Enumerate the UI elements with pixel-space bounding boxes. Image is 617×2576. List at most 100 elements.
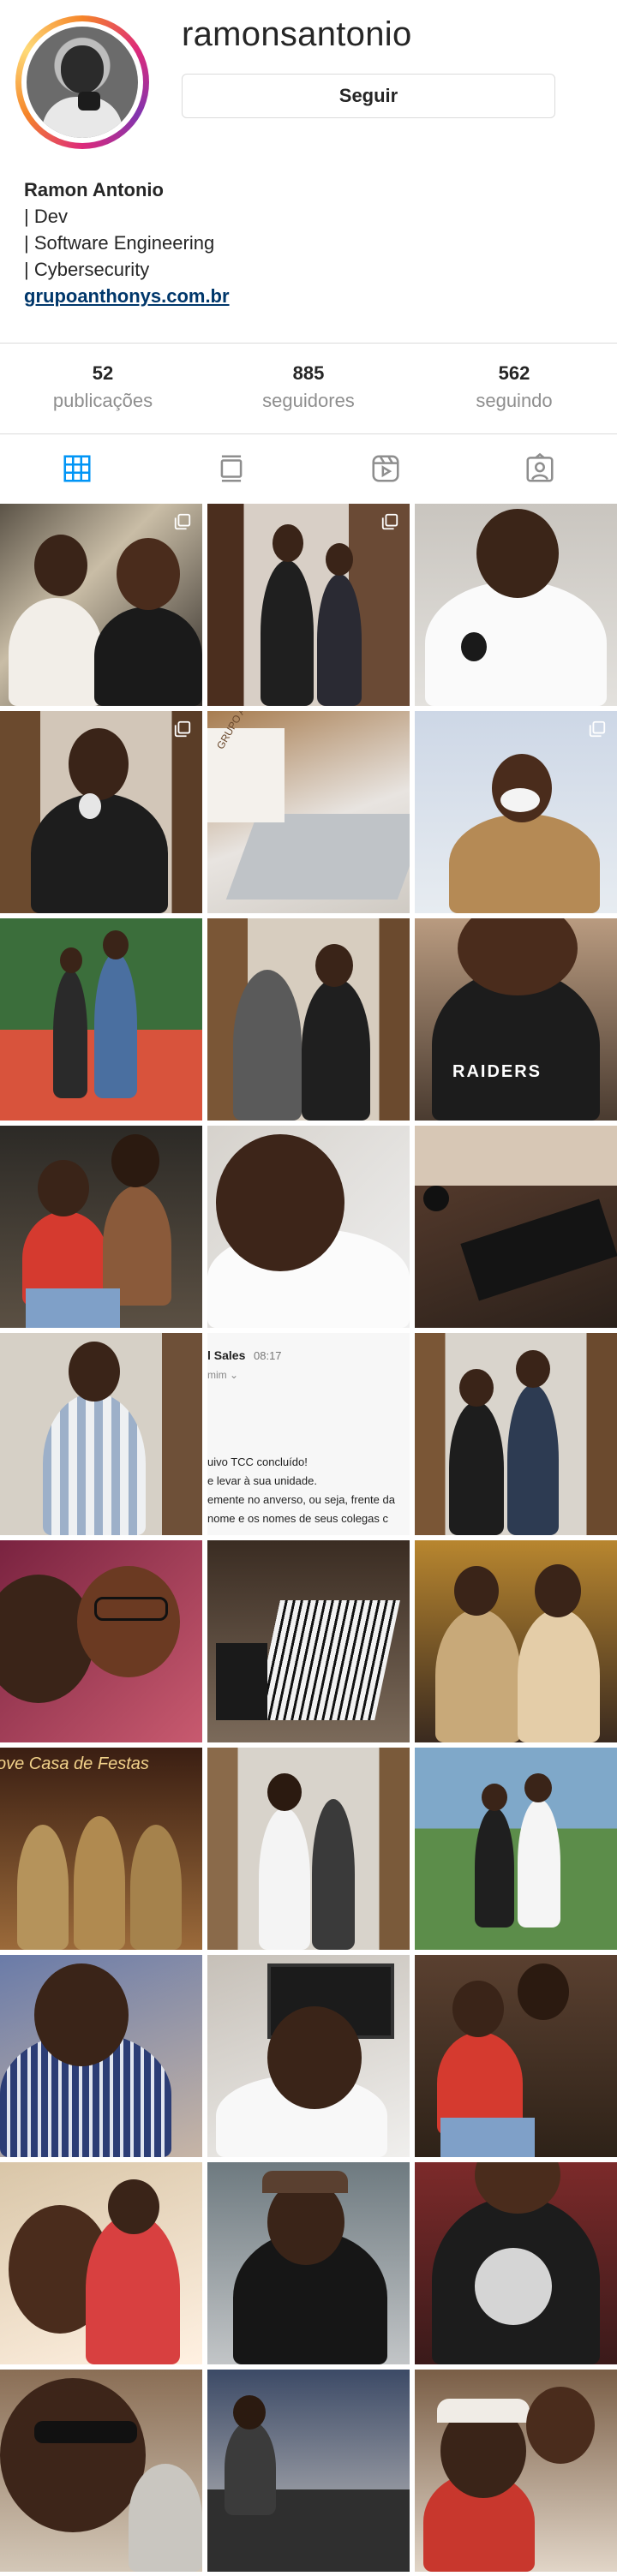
photo-ceiling <box>415 1126 617 1186</box>
tagged-icon <box>526 452 554 482</box>
post-thumbnail[interactable] <box>0 2370 202 2572</box>
photo-figure <box>302 978 370 1121</box>
message-line: uivo TCC concluído! <box>207 1455 308 1468</box>
photo-figure <box>86 2214 180 2364</box>
bio-line: | Dev <box>24 206 68 227</box>
photo-figure <box>94 953 137 1098</box>
post-thumbnail[interactable]: l Sales 08:17 mim ⌄ uivo TCC concluído! … <box>207 1333 410 1535</box>
follow-button[interactable]: Seguir <box>182 74 555 118</box>
bio-line: | Software Engineering <box>24 232 215 254</box>
message-recipient: mim ⌄ <box>207 1369 239 1381</box>
photo-figure <box>225 2421 276 2515</box>
stat-posts[interactable]: 52 publicações <box>0 344 206 434</box>
photo-face <box>34 535 87 596</box>
profile-stats: 52 publicações 885 seguidores 562 seguin… <box>0 343 617 434</box>
post-thumbnail[interactable] <box>207 2162 410 2364</box>
avatar-frame <box>21 21 143 143</box>
bio-link[interactable]: grupoanthonys.com.br <box>24 283 590 309</box>
post-thumbnail[interactable] <box>415 1540 617 1742</box>
stat-followers[interactable]: 885 seguidores <box>206 344 411 434</box>
photo-face <box>34 1963 129 2066</box>
tab-reels[interactable] <box>308 434 463 503</box>
post-thumbnail[interactable]: RAIDERS <box>415 918 617 1121</box>
tab-tagged[interactable] <box>463 434 617 503</box>
profile-name: Ramon Antonio <box>24 179 164 200</box>
photo-figure <box>449 1402 504 1535</box>
photo-figure <box>9 598 103 706</box>
username: ramonsantonio <box>182 15 412 53</box>
photo-figure <box>103 1186 171 1306</box>
profile-header: ramonsantonio Seguir <box>0 0 617 180</box>
profile-tabs <box>0 433 617 503</box>
photo-sunglasses <box>34 2421 137 2443</box>
stat-posts-label: publicações <box>52 390 153 411</box>
photo-face <box>0 2378 146 2532</box>
photo-face <box>69 1342 120 1402</box>
photo-face <box>117 538 180 610</box>
photo-figure <box>130 1825 182 1950</box>
stat-followers-label: seguidores <box>262 390 355 411</box>
photo-face <box>216 1134 344 1271</box>
reels-icon <box>372 455 399 482</box>
post-thumbnail[interactable] <box>415 1748 617 1950</box>
photo-face <box>38 1160 89 1216</box>
photo-figure <box>53 970 87 1098</box>
post-thumbnail[interactable] <box>0 918 202 1121</box>
photo-jeans <box>26 1288 120 1328</box>
photo-figure <box>507 1384 559 1535</box>
post-thumbnail[interactable] <box>0 1333 202 1535</box>
post-thumbnail[interactable] <box>207 1748 410 1950</box>
post-thumbnail[interactable] <box>415 1126 617 1328</box>
post-thumbnail[interactable]: ove Casa de Festas <box>0 1748 202 1950</box>
photo-figure <box>74 1816 125 1950</box>
post-thumbnail[interactable] <box>207 918 410 1121</box>
photo-figure <box>233 970 302 1121</box>
post-thumbnail[interactable] <box>0 1126 202 1328</box>
stat-following[interactable]: 562 seguindo <box>411 344 617 434</box>
post-thumbnail[interactable] <box>207 1540 410 1742</box>
photo-figure <box>17 1825 69 1950</box>
stat-following-count: 562 <box>498 362 530 384</box>
post-thumbnail[interactable] <box>207 2370 410 2572</box>
photo-glasses <box>94 1597 168 1621</box>
tab-grid[interactable] <box>0 434 154 503</box>
post-thumbnail[interactable] <box>415 504 617 706</box>
tab-feed[interactable] <box>154 434 308 503</box>
post-thumbnail[interactable] <box>0 504 202 706</box>
bio-line: | Cybersecurity <box>24 259 150 280</box>
post-thumbnail[interactable] <box>415 2370 617 2572</box>
photo-figure <box>94 607 202 706</box>
photo-cap <box>437 2399 530 2423</box>
photo-face <box>103 930 129 959</box>
message-time: 08:17 <box>254 1349 282 1362</box>
grid-icon <box>63 455 91 482</box>
photo-figure <box>312 1799 355 1950</box>
photo-phone <box>79 793 101 819</box>
avatar[interactable] <box>27 27 138 138</box>
post-thumbnail[interactable] <box>0 2162 202 2364</box>
photo-face <box>526 2387 595 2464</box>
post-thumbnail[interactable] <box>0 1955 202 2157</box>
photo-mask <box>500 788 540 812</box>
post-thumbnail[interactable]: GRUPO ANTHONY'S <box>207 711 410 913</box>
post-thumbnail[interactable] <box>415 2162 617 2364</box>
story-ring[interactable] <box>15 15 149 149</box>
post-thumbnail[interactable] <box>0 1540 202 1742</box>
feed-icon <box>220 455 243 482</box>
post-thumbnail[interactable] <box>207 1126 410 1328</box>
posts-grid: GRUPO ANTHONY'S RAIDERS <box>0 504 617 2572</box>
post-thumbnail[interactable] <box>207 504 410 706</box>
post-thumbnail[interactable] <box>415 1955 617 2157</box>
post-thumbnail[interactable] <box>0 711 202 913</box>
post-thumbnail[interactable] <box>415 1333 617 1535</box>
photo-figure <box>449 814 600 913</box>
post-thumbnail[interactable] <box>415 711 617 913</box>
photo-face <box>516 1350 550 1388</box>
message-line: emente no anverso, ou seja, frente da <box>207 1493 395 1506</box>
photo-keyboard <box>255 1600 400 1720</box>
bio: Ramon Antonio | Dev | Software Engineeri… <box>24 176 590 309</box>
photo-sign-text: ove Casa de Festas <box>0 1754 149 1773</box>
photo-watch <box>461 632 487 661</box>
post-thumbnail[interactable] <box>207 1955 410 2157</box>
photo-face <box>267 1773 302 1811</box>
